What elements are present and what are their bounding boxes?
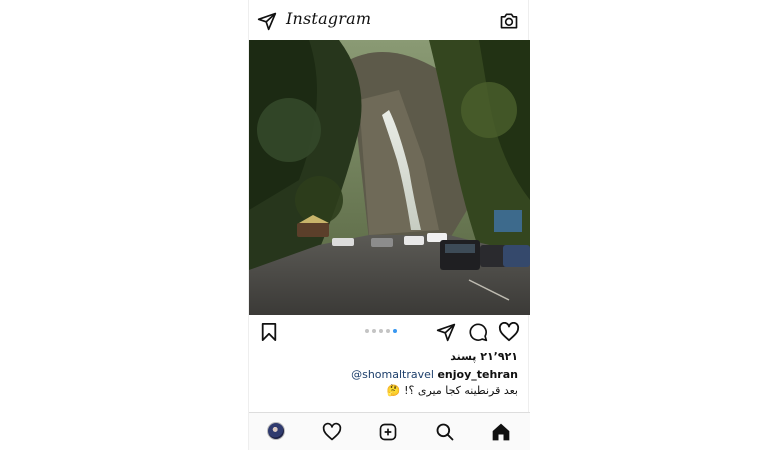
caption-mention[interactable]: @shomaltravel <box>351 368 434 381</box>
caption-text: بعد قرنطینه کجا میری ؟! 🤔 <box>386 384 518 397</box>
activity-heart-icon[interactable] <box>322 422 342 442</box>
caption-username[interactable]: enjoy_tehran <box>437 368 518 381</box>
post-photo[interactable] <box>249 40 530 315</box>
phone-frame: Instagram ۲۱٬۹۲۱ پسند @shomaltravel enjo… <box>248 0 530 450</box>
camera-icon[interactable] <box>499 11 519 31</box>
direct-message-icon[interactable] <box>257 11 277 31</box>
likes-count[interactable]: ۲۱٬۹۲۱ پسند <box>450 350 518 363</box>
profile-avatar[interactable] <box>267 422 287 442</box>
carousel-dot <box>379 329 383 333</box>
instagram-logo: Instagram <box>286 9 372 28</box>
bottom-navigation <box>249 412 530 450</box>
bookmark-icon[interactable] <box>260 322 278 342</box>
add-post-icon[interactable] <box>378 422 398 442</box>
carousel-dot <box>386 329 390 333</box>
carousel-indicator <box>365 329 397 333</box>
post-actions <box>249 318 530 346</box>
search-icon[interactable] <box>435 422 455 442</box>
caption-header: @shomaltravel enjoy_tehran <box>351 368 518 381</box>
share-icon[interactable] <box>436 322 456 342</box>
comment-icon[interactable] <box>468 322 488 342</box>
top-bar: Instagram <box>249 0 530 40</box>
carousel-dot <box>393 329 397 333</box>
home-icon[interactable] <box>491 422 511 442</box>
like-heart-icon[interactable] <box>498 322 520 342</box>
carousel-dot <box>372 329 376 333</box>
carousel-dot <box>365 329 369 333</box>
